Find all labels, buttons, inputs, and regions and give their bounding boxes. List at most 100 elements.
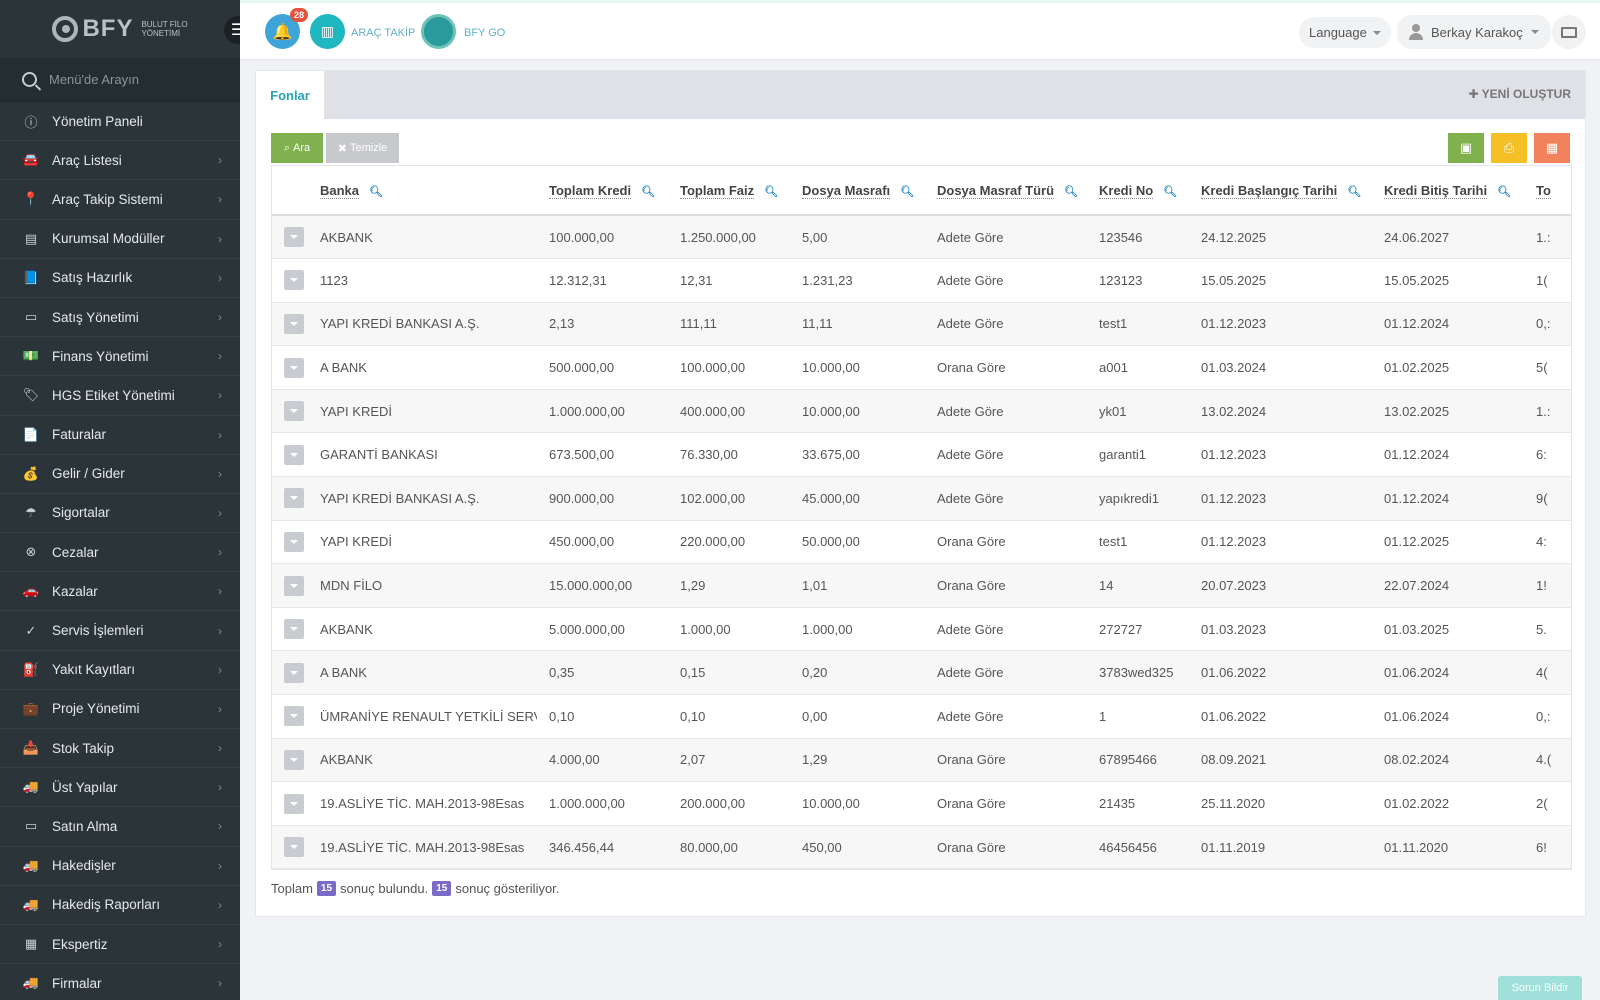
sidebar-item[interactable]: 📘 Satış Hazırlık › — [0, 259, 240, 298]
sidebar-item[interactable]: 💰 Gelir / Gider › — [0, 455, 240, 494]
sidebar-item[interactable]: ▭ Satış Yönetimi › — [0, 298, 240, 338]
bfy-go-logo-icon[interactable] — [421, 14, 456, 49]
report-issue-button[interactable]: Sorun Bildir — [1498, 976, 1582, 1000]
row-expand-button[interactable] — [284, 749, 304, 770]
row-expand-button[interactable] — [284, 270, 304, 291]
sidebar-item[interactable]: 🚚 Firmalar › — [0, 964, 240, 1000]
sidebar-item[interactable]: ✓ Servis İşlemleri › — [0, 611, 240, 651]
column-search-icon[interactable]: 🔍︎ — [1064, 186, 1078, 198]
column-header-label[interactable]: Kredi Başlangıç Tarihi — [1201, 182, 1338, 199]
sidebar-item[interactable]: 🚘 Araç Listesi › — [0, 141, 240, 181]
table-row[interactable]: MDN FİLO 15.000.000,00 1,29 1,01 Orana Göre 1… — [272, 563, 1571, 608]
row-expand-button[interactable] — [284, 837, 304, 858]
sidebar-item[interactable]: 🚗 Kazalar › — [0, 572, 240, 612]
sidebar-item[interactable]: 🚚 Hakedişler › — [0, 847, 240, 886]
column-search-icon[interactable]: 🔍︎ — [900, 186, 914, 198]
column-search-icon[interactable]: 🔍︎ — [1163, 186, 1177, 198]
column-search-icon[interactable]: 🔍︎ — [369, 186, 383, 198]
column-header[interactable]: Toplam Kredi 🔍︎ — [537, 166, 668, 216]
column-header[interactable]: To — [1524, 166, 1571, 216]
row-expand-button[interactable] — [284, 575, 304, 596]
column-header[interactable]: Dosya Masrafı 🔍︎ — [790, 166, 925, 216]
language-dropdown[interactable]: Language — [1299, 17, 1391, 48]
arac-takip-button[interactable]: ▥ — [310, 14, 345, 49]
column-header-label[interactable]: Dosya Masrafı — [802, 182, 891, 199]
column-header-label[interactable]: Banka — [320, 182, 360, 199]
table-row[interactable]: AKBANK 100.000,00 1.250.000,00 5,00 Adete Gö… — [272, 215, 1571, 260]
sidebar-item[interactable]: 💼 Proje Yönetimi › — [0, 690, 240, 729]
arac-takip-link[interactable]: ARAÇ TAKİP — [351, 27, 415, 39]
display-mode-button[interactable] — [1552, 15, 1586, 49]
column-header-label[interactable]: Toplam Kredi — [549, 182, 632, 199]
row-expand-button[interactable] — [284, 662, 304, 683]
sidebar-item[interactable]: 📄 Faturalar › — [0, 416, 240, 455]
sidebar-item[interactable]: 📥 Stok Takip › — [0, 729, 240, 769]
sidebar-item[interactable]: ☂ Sigortalar › — [0, 494, 240, 534]
column-search-icon[interactable]: 🔍︎ — [1497, 186, 1511, 198]
column-header-label[interactable]: Kredi Bitiş Tarihi — [1384, 182, 1488, 199]
row-expand-button[interactable] — [284, 531, 304, 552]
sidebar-item[interactable]: 📍 Araç Takip Sistemi › — [0, 180, 240, 220]
row-expand-button[interactable] — [284, 444, 304, 465]
table-row[interactable]: YAPI KREDİ BANKASI A.Ş. 2,13 111,11 11,11 Ad… — [272, 302, 1571, 347]
row-expand-button[interactable] — [284, 401, 304, 422]
user-menu[interactable]: Berkay Karakoç — [1397, 15, 1551, 49]
print-button[interactable]: ⎙ — [1491, 133, 1527, 163]
sidebar-item[interactable]: ⓘ Yönetim Paneli — [0, 102, 240, 142]
sidebar-item[interactable]: 🚚 Hakediş Raporları › — [0, 886, 240, 925]
sidebar-item[interactable]: 🚚 Üst Yapılar › — [0, 768, 240, 808]
row-expand-button[interactable] — [284, 706, 304, 727]
search-button[interactable]: ⌕ Ara — [271, 133, 323, 163]
column-header[interactable]: Kredi No 🔍︎ — [1087, 166, 1189, 216]
column-header[interactable]: Kredi Başlangıç Tarihi 🔍︎ — [1189, 166, 1372, 216]
sidebar-item[interactable]: ▤ Kurumsal Modüller › — [0, 220, 240, 259]
menu-search[interactable]: Menü'de Arayın — [0, 58, 240, 102]
table-row[interactable]: A BANK 500.000,00 100.000,00 10.000,00 Orana… — [272, 345, 1571, 390]
column-header[interactable]: Toplam Faiz 🔍︎ — [668, 166, 790, 216]
table-row[interactable]: 1123 12.312,31 12,31 1.231,23 Adete Göre 1231… — [272, 258, 1571, 303]
menu-toggle-icon[interactable]: ☰ — [224, 16, 240, 44]
table-row[interactable]: YAPI KREDİ BANKASI A.Ş. 900.000,00 102.000… — [272, 476, 1571, 521]
row-expand-button[interactable] — [284, 488, 304, 509]
create-new-button[interactable]: ✚ YENİ OLUŞTUR — [1468, 87, 1571, 101]
row-expand-button[interactable] — [284, 793, 304, 814]
table-row[interactable]: 19.ASLİYE TİC. MAH.2013-98Esas 346.456,44… — [272, 825, 1571, 869]
column-search-icon[interactable]: 🔍︎ — [764, 186, 778, 198]
sidebar-item[interactable]: ▦ Ekspertiz › — [0, 925, 240, 965]
row-expand-button[interactable] — [284, 357, 304, 378]
sidebar-item[interactable]: ⛽ Yakıt Kayıtları › — [0, 651, 240, 690]
notifications-button[interactable]: 🔔 28 — [265, 8, 308, 49]
bfy-go-link[interactable]: BFY GO — [464, 27, 505, 39]
table-row[interactable]: AKBANK 4.000,00 2,07 1,29 Orana Göre 67895466… — [272, 738, 1571, 783]
table-row[interactable]: GARANTİ BANKASI 673.500,00 76.330,00 33.675… — [272, 432, 1571, 478]
table-row[interactable]: YAPI KREDİ 450.000,00 220.000,00 50.000,00 O… — [272, 520, 1571, 565]
tab-fonlar[interactable]: Fonlar — [256, 71, 324, 119]
column-header-label[interactable]: Dosya Masraf Türü — [937, 182, 1055, 199]
table-row[interactable]: 19.ASLİYE TİC. MAH.2013-98Esas 1.000.000,… — [272, 781, 1571, 826]
sidebar-item[interactable]: 💵 Finans Yönetimi › — [0, 337, 240, 377]
table-row[interactable]: YAPI KREDİ 1.000.000,00 400.000,00 10.000,0… — [272, 389, 1571, 434]
clear-button[interactable]: ✖ Temizle — [326, 133, 399, 163]
table-row[interactable]: A BANK 0,35 0,15 0,20 Adete Göre 3783wed325 01… — [272, 650, 1571, 696]
column-header[interactable]: Banka 🔍︎ — [308, 166, 537, 216]
column-search-icon[interactable]: 🔍︎ — [1347, 186, 1361, 198]
export-excel-button[interactable]: ▣ — [1448, 133, 1484, 163]
column-header[interactable]: Dosya Masraf Türü 🔍︎ — [925, 166, 1087, 216]
column-header-label[interactable]: Toplam Faiz — [680, 182, 755, 199]
row-expand-button[interactable] — [284, 313, 304, 334]
table-row[interactable]: ÜMRANİYE RENAULT YETKİLİ SERVİS 0,10 0,10 0… — [272, 694, 1571, 739]
column-header-label[interactable]: Kredi No — [1099, 182, 1154, 199]
column-search-icon[interactable]: 🔍︎ — [641, 186, 655, 198]
table-row[interactable]: AKBANK 5.000.000,00 1.000,00 1.000,00 Adete … — [272, 607, 1571, 652]
row-expand-button[interactable] — [284, 227, 304, 248]
column-header-label[interactable]: To — [1536, 182, 1551, 199]
funds-table-wrapper[interactable]: Banka 🔍︎ Toplam Kredi 🔍︎ Toplam Faiz 🔍︎ Dosya … — [271, 165, 1572, 870]
row-expand-button[interactable] — [284, 619, 304, 640]
column-header[interactable]: Kredi Bitiş Tarihi 🔍︎ — [1372, 166, 1524, 216]
sidebar-item[interactable]: ⊗ Cezalar › — [0, 533, 240, 573]
logo[interactable]: BFY BULUT FİLO YÖNETİMİ — [52, 15, 188, 43]
sidebar-item[interactable]: 🏷 HGS Etiket Yönetimi › — [0, 376, 240, 416]
menu-search-input[interactable]: Menü'de Arayın — [49, 72, 139, 87]
columns-button[interactable]: ▦ — [1534, 133, 1570, 163]
sidebar-item[interactable]: ▭ Satın Alma › — [0, 807, 240, 847]
